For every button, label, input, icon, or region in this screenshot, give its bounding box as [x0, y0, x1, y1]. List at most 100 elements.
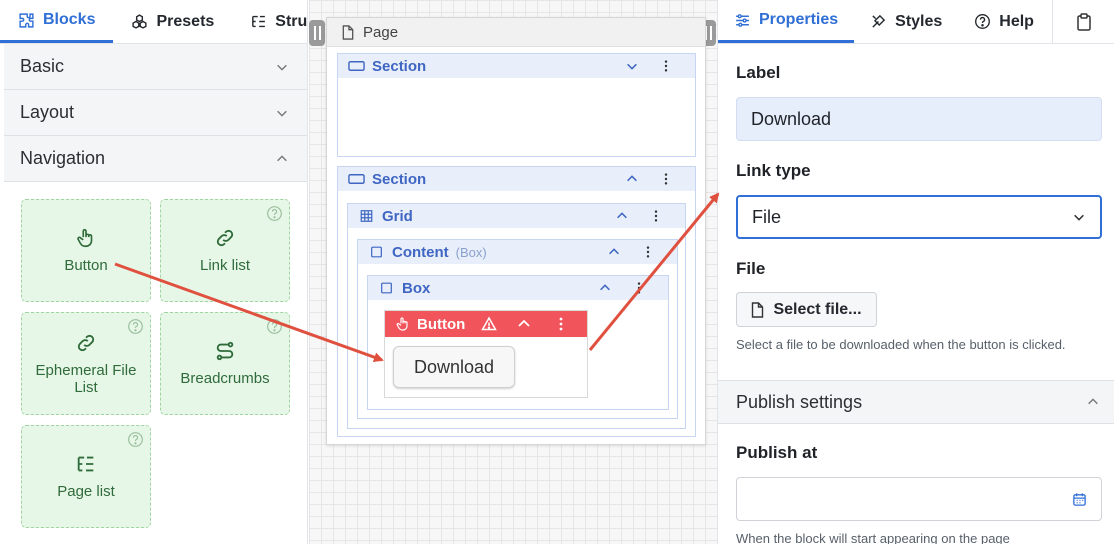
page-header: Page	[327, 18, 705, 47]
section-node-1[interactable]: Section	[337, 53, 696, 157]
tab-styles-label: Styles	[895, 12, 943, 30]
help-circle-icon[interactable]	[266, 205, 283, 222]
box-node-header: Box	[368, 276, 668, 300]
button-node-header: Button	[385, 311, 587, 337]
grid-icon	[360, 210, 373, 222]
more-vertical-icon	[559, 317, 563, 331]
clipboard-button[interactable]	[1052, 0, 1114, 44]
more-menu[interactable]	[632, 276, 646, 300]
content-node-type: (Box)	[455, 244, 487, 260]
clipboard-icon	[1076, 12, 1091, 31]
tab-presets[interactable]: Presets	[113, 0, 232, 43]
section-icon	[348, 61, 365, 71]
navigation-blocks: Button Link list Ephemeral File List Bre…	[4, 182, 307, 544]
help-circle-icon[interactable]	[266, 318, 283, 335]
more-vertical-icon	[664, 60, 668, 72]
help-circle-icon[interactable]	[127, 318, 144, 335]
more-vertical-icon	[646, 246, 650, 258]
help-circle-icon	[975, 14, 991, 29]
section-layout-label: Layout	[20, 102, 75, 122]
box-node-label: Box	[402, 279, 431, 297]
more-menu[interactable]	[649, 204, 663, 228]
section-icon	[348, 174, 365, 184]
button-node-label: Button	[417, 315, 466, 333]
block-link-list[interactable]: Link list	[160, 199, 290, 302]
puzzle-icon	[19, 12, 34, 28]
content-node-header: Content (Box)	[358, 240, 677, 264]
warning-icon	[481, 316, 497, 331]
left-resize-handle[interactable]	[309, 20, 325, 46]
section-basic[interactable]: Basic	[4, 44, 307, 90]
hand-pointer-icon	[77, 228, 93, 248]
chevron-up-icon	[627, 175, 637, 182]
chevron-up-icon	[609, 248, 619, 255]
tab-help[interactable]: Help	[958, 0, 1050, 43]
block-breadcrumbs[interactable]: Breadcrumbs	[160, 312, 290, 415]
chevron-up-icon	[277, 154, 287, 161]
chevron-down-icon	[277, 110, 287, 117]
tree-icon	[252, 15, 266, 28]
block-ephemeral-file-list[interactable]: Ephemeral File List	[21, 312, 151, 415]
block-page-list[interactable]: Page list	[21, 425, 151, 528]
more-vertical-icon	[664, 173, 668, 185]
collapse-toggle[interactable]	[625, 54, 639, 78]
file-hint: Select a file to be downloaded when the …	[736, 337, 1066, 352]
box-icon	[381, 282, 392, 294]
section-navigation-label: Navigation	[20, 148, 106, 168]
section-node-1-label: Section	[372, 57, 427, 75]
more-menu[interactable]	[553, 311, 569, 337]
more-menu[interactable]	[659, 167, 673, 191]
file-icon	[752, 301, 764, 318]
collapse-toggle[interactable]	[598, 276, 612, 300]
chevron-down-icon	[627, 63, 637, 70]
tab-presets-label: Presets	[156, 12, 215, 30]
tab-structure[interactable]: Structure	[232, 0, 307, 43]
more-menu[interactable]	[641, 240, 655, 264]
collapse-toggle[interactable]	[625, 167, 639, 191]
tab-blocks-label: Blocks	[43, 11, 96, 28]
block-button[interactable]: Button	[21, 199, 151, 302]
chevron-up-icon	[518, 319, 530, 327]
tab-styles[interactable]: Styles	[854, 0, 958, 43]
chevron-down-icon	[277, 64, 287, 71]
block-ephemeral-file-list-label: Ephemeral File List	[35, 361, 137, 396]
more-vertical-icon	[637, 282, 641, 294]
link-type-label: Link type	[736, 161, 811, 180]
more-vertical-icon	[654, 210, 658, 222]
box-icon	[371, 246, 382, 258]
file-label: File	[736, 259, 766, 278]
brush-icon	[872, 14, 886, 28]
button-node[interactable]: Button Download	[384, 310, 588, 398]
tab-properties[interactable]: Properties	[718, 0, 855, 43]
chevron-up-icon	[1088, 398, 1098, 405]
collapse-toggle[interactable]	[607, 240, 621, 264]
more-menu[interactable]	[659, 54, 673, 78]
grid-node-header: Grid	[348, 204, 685, 228]
section-layout[interactable]: Layout	[4, 90, 307, 136]
grid-node-label: Grid	[382, 207, 413, 225]
help-circle-icon[interactable]	[127, 431, 144, 448]
download-button[interactable]: Download	[393, 346, 515, 388]
left-tabs: Blocks Presets Structure	[0, 0, 307, 44]
link-icon	[216, 229, 234, 247]
publish-settings-label: Publish settings	[736, 391, 863, 412]
block-breadcrumbs-label: Breadcrumbs	[180, 370, 270, 387]
collapse-toggle[interactable]	[615, 204, 629, 228]
tab-blocks[interactable]: Blocks	[0, 0, 114, 43]
chevron-up-icon	[600, 284, 610, 291]
section-navigation[interactable]: Navigation	[4, 136, 307, 182]
list-tree-icon	[77, 456, 94, 472]
block-button-label: Button	[64, 257, 108, 274]
blocks-panel: Blocks Presets Structure Basic Layout Na…	[0, 0, 308, 544]
warning-indicator[interactable]	[481, 311, 497, 337]
presets-icon	[132, 14, 148, 29]
select-file-button[interactable]: Select file...	[736, 292, 877, 327]
publish-settings-header[interactable]: Publish settings	[718, 380, 1114, 424]
link-type-select[interactable]: File	[736, 195, 1102, 239]
calendar-icon[interactable]	[1072, 492, 1087, 507]
publish-at-input[interactable]	[736, 477, 1102, 521]
route-icon	[216, 341, 234, 361]
collapse-toggle[interactable]	[516, 311, 532, 337]
label-input[interactable]: Download	[736, 97, 1102, 141]
tab-properties-label: Properties	[759, 11, 839, 28]
